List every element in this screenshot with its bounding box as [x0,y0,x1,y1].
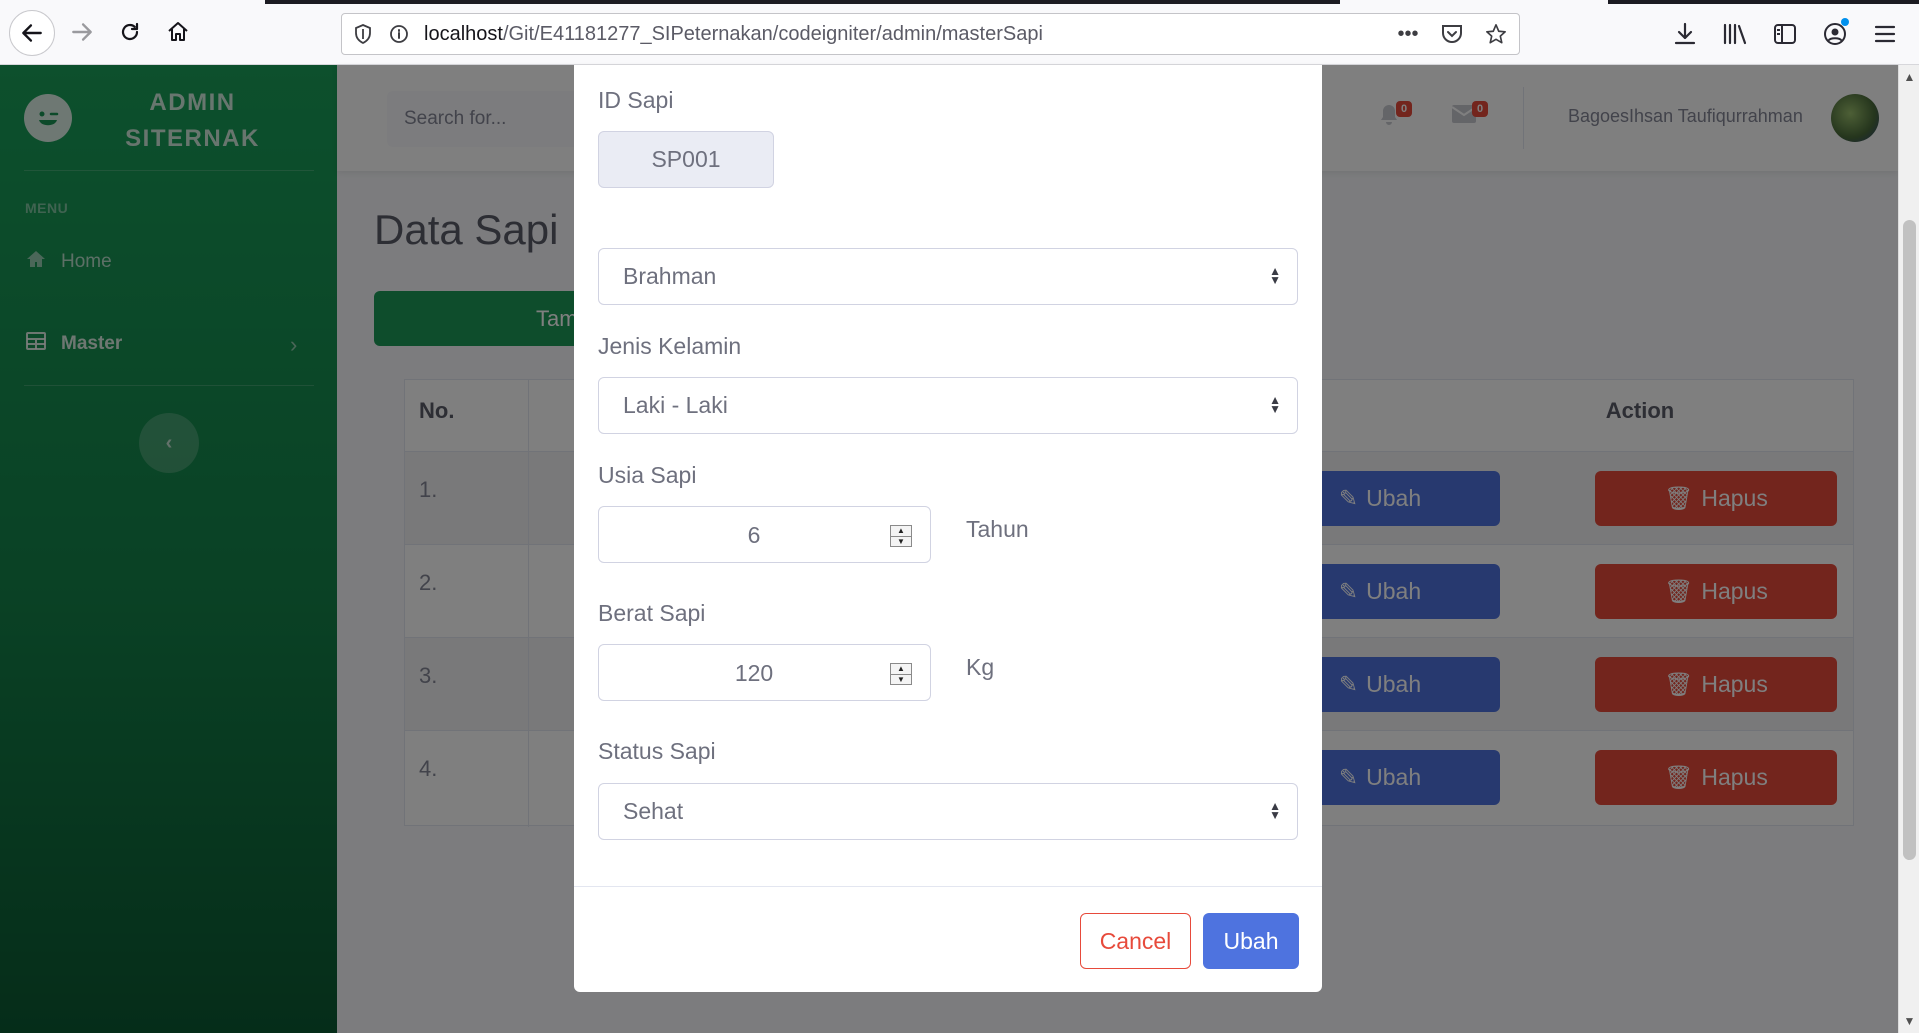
more-icon[interactable]: ••• [1393,19,1423,49]
status-label: Status Sapi [598,738,716,764]
edit-sapi-modal: ID Sapi SP001 Brahman ▲ ▼ Jenis Kelamin L… [574,65,1322,992]
gender-label: Jenis Kelamin [598,333,742,359]
modal-footer-divider [574,886,1322,887]
age-input[interactable]: 6 ▲ ▼ [598,506,931,563]
breed-value: Brahman [623,263,717,289]
browser-toolbar: localhost/Git/E41181277_SIPeternakan/cod… [0,0,1919,65]
pocket-icon[interactable] [1437,19,1467,49]
url-path: /Git/E41181277_SIPeternakan/codeigniter/… [502,22,1043,45]
tab-strip [1608,0,1919,4]
home-icon[interactable] [158,12,198,52]
weight-input[interactable]: 120 ▲ ▼ [598,644,931,701]
select-caret-icon: ▲ ▼ [1269,393,1281,416]
hamburger-menu-icon[interactable] [1865,14,1905,54]
age-stepper[interactable]: ▲ ▼ [890,525,912,547]
page-scrollbar[interactable]: ▲ ▼ [1898,65,1919,1033]
stepper-up-icon[interactable]: ▲ [891,664,911,675]
star-icon[interactable] [1481,19,1511,49]
download-icon[interactable] [1665,14,1705,54]
url-host: localhost [424,22,503,45]
status-value: Sehat [623,798,684,824]
status-select[interactable]: Sehat ▲ ▼ [598,783,1298,840]
url-text: localhost/Git/E41181277_SIPeternakan/cod… [424,23,1043,46]
info-icon[interactable] [384,19,414,49]
account-icon[interactable] [1815,14,1855,54]
stepper-down-icon[interactable]: ▼ [891,537,911,547]
breed-select[interactable]: Brahman ▲ ▼ [598,248,1298,305]
scrollbar-thumb[interactable] [1903,220,1916,860]
weight-label: Berat Sapi [598,600,706,626]
back-arrow-icon[interactable] [9,10,55,56]
library-icon[interactable] [1715,14,1755,54]
cancel-button[interactable]: Cancel [1080,913,1191,969]
weight-value: 120 [734,660,774,686]
stepper-down-icon[interactable]: ▼ [891,675,911,685]
gender-value: Laki - Laki [623,392,728,418]
shield-icon[interactable] [348,19,378,49]
age-value: 6 [747,522,761,548]
reload-icon[interactable] [110,12,150,52]
url-bar[interactable]: localhost/Git/E41181277_SIPeternakan/cod… [341,13,1520,55]
scroll-up-icon[interactable]: ▲ [1899,67,1919,87]
weight-stepper[interactable]: ▲ ▼ [890,663,912,685]
id-field: SP001 [598,131,774,188]
scroll-down-icon[interactable]: ▼ [1899,1011,1919,1031]
forward-arrow-icon[interactable] [62,12,102,52]
id-label: ID Sapi [598,87,674,113]
select-caret-icon: ▲ ▼ [1269,799,1281,822]
notification-dot [1841,18,1849,26]
gender-select[interactable]: Laki - Laki ▲ ▼ [598,377,1298,434]
stepper-up-icon[interactable]: ▲ [891,526,911,537]
age-unit: Tahun [966,516,1029,542]
sidebar-icon[interactable] [1765,14,1805,54]
select-caret-icon: ▲ ▼ [1269,264,1281,287]
tab-strip [265,0,1340,4]
age-label: Usia Sapi [598,462,697,488]
submit-button[interactable]: Ubah [1203,913,1299,969]
weight-unit: Kg [966,654,995,680]
